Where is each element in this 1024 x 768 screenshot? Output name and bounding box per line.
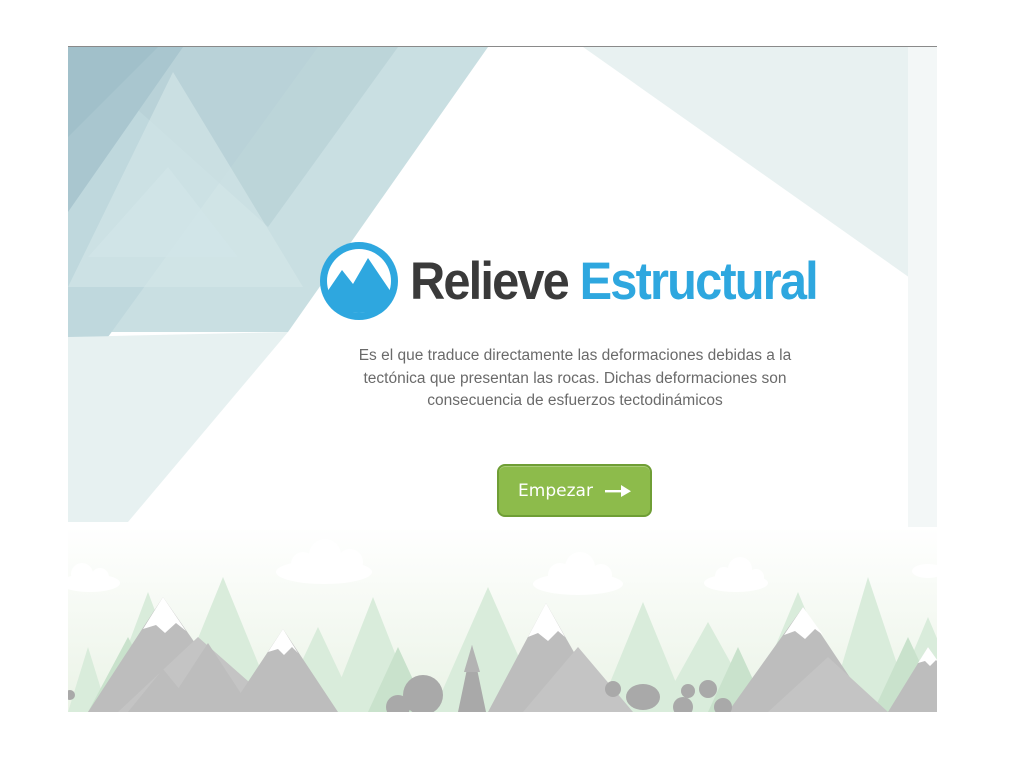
description-text: Es el que traduce directamente las defor… — [358, 347, 792, 409]
intro-screen: Relieve Estructural Es el que traduce di… — [68, 47, 937, 712]
title-word-2: Estructural — [579, 251, 819, 311]
title-word-1: Relieve — [410, 251, 570, 311]
arrow-right-icon — [604, 484, 631, 497]
mountain-logo-icon — [320, 242, 398, 320]
start-button-label: Empezar — [518, 480, 593, 501]
intro-content: Relieve Estructural Es el que traduce di… — [68, 47, 937, 712]
app-logo: Relieve Estructural — [320, 241, 852, 321]
page-title: Relieve Estructural — [410, 251, 819, 311]
start-button[interactable]: Empezar — [497, 464, 652, 517]
